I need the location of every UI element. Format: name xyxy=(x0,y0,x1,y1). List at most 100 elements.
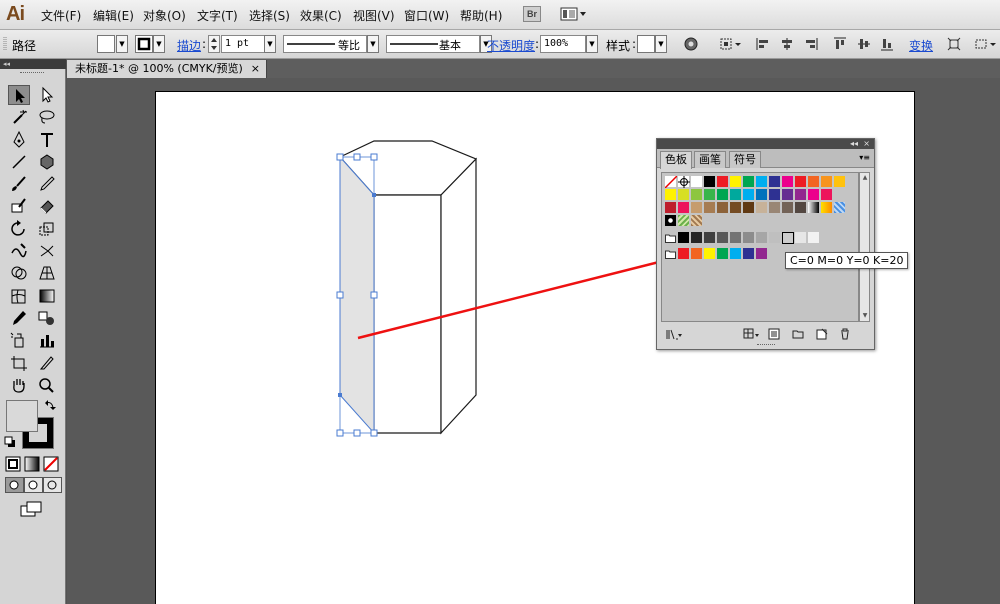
stroke-weight-field[interactable]: 1 pt xyxy=(221,35,265,53)
default-fill-stroke-icon[interactable] xyxy=(4,436,16,448)
swatch[interactable] xyxy=(730,176,742,188)
menu-type[interactable]: 文字(T) xyxy=(197,7,238,24)
swatch-pattern[interactable] xyxy=(665,215,677,227)
fill-swatch[interactable] xyxy=(97,35,115,53)
menu-edit[interactable]: 编辑(E) xyxy=(93,7,134,24)
mesh-tool[interactable] xyxy=(8,286,30,306)
swatch[interactable] xyxy=(795,189,807,201)
warp-tool[interactable] xyxy=(8,241,30,261)
opacity-label[interactable]: 不透明度 xyxy=(487,37,535,54)
align-bottom-icon[interactable] xyxy=(880,37,894,51)
swatch[interactable] xyxy=(808,189,820,201)
direct-selection-tool[interactable] xyxy=(36,85,58,105)
tools-grip[interactable] xyxy=(20,72,44,74)
swatch-pattern[interactable] xyxy=(691,215,703,227)
swatch[interactable] xyxy=(795,176,807,188)
swatch[interactable] xyxy=(769,189,781,201)
gradient-tool[interactable] xyxy=(36,286,58,306)
screen-mode-icon[interactable] xyxy=(20,500,44,518)
opacity-field[interactable]: 100% xyxy=(540,35,586,53)
menu-object[interactable]: 对象(O) xyxy=(143,7,186,24)
swatch[interactable] xyxy=(730,189,742,201)
swatch[interactable] xyxy=(782,176,794,188)
swatch[interactable] xyxy=(743,248,755,260)
swatch[interactable] xyxy=(717,248,729,260)
selection-tool[interactable] xyxy=(8,85,30,105)
align-top-icon[interactable] xyxy=(833,37,847,51)
swatch[interactable] xyxy=(743,176,755,188)
hand-tool[interactable] xyxy=(8,375,30,395)
style-swatch[interactable] xyxy=(637,35,655,53)
menu-help[interactable]: 帮助(H) xyxy=(460,7,502,24)
swatch[interactable] xyxy=(795,202,807,214)
swatch[interactable] xyxy=(704,248,716,260)
swatch[interactable] xyxy=(730,202,742,214)
menu-window[interactable]: 窗口(W) xyxy=(404,7,449,24)
swatch[interactable] xyxy=(678,248,690,260)
swatch[interactable] xyxy=(756,202,768,214)
type-tool[interactable] xyxy=(36,130,58,150)
swatches-panel-header[interactable]: ◂◂ × xyxy=(657,139,874,149)
polygon-tool[interactable] xyxy=(36,152,58,172)
swatch[interactable] xyxy=(743,189,755,201)
swatch[interactable] xyxy=(795,232,807,244)
align-to-icon[interactable] xyxy=(720,37,742,51)
swatch[interactable] xyxy=(704,202,716,214)
stroke-weight-dropdown[interactable]: ▼ xyxy=(264,35,276,53)
align-vertical-center-icon[interactable] xyxy=(857,37,871,51)
swatch[interactable] xyxy=(808,232,820,244)
show-swatch-kinds-icon[interactable] xyxy=(743,328,761,340)
swatch[interactable] xyxy=(834,176,846,188)
swatch[interactable] xyxy=(730,232,742,244)
eraser-tool[interactable] xyxy=(36,196,58,216)
swatch[interactable] xyxy=(717,202,729,214)
color-group-folder-icon[interactable] xyxy=(665,250,676,259)
document-tab[interactable]: 未标题-1* @ 100% (CMYK/预览) × xyxy=(67,60,267,78)
swatch[interactable] xyxy=(717,189,729,201)
symbol-sprayer-tool[interactable] xyxy=(8,330,30,350)
swatch[interactable] xyxy=(665,189,677,201)
swatch[interactable] xyxy=(691,202,703,214)
panel-resize-grip[interactable] xyxy=(757,344,775,346)
stroke-dropdown[interactable]: ▼ xyxy=(153,35,165,53)
swatch[interactable] xyxy=(769,202,781,214)
isolate-icon[interactable] xyxy=(947,37,961,51)
swatch[interactable] xyxy=(821,176,833,188)
tab-symbols[interactable]: 符号 xyxy=(729,151,761,168)
swatch-gradient[interactable] xyxy=(834,202,846,214)
style-dropdown[interactable]: ▼ xyxy=(655,35,667,53)
swatch[interactable] xyxy=(691,232,703,244)
swatch[interactable] xyxy=(691,248,703,260)
swatch[interactable] xyxy=(743,232,755,244)
artboard-tool[interactable] xyxy=(8,353,30,373)
swatch[interactable] xyxy=(704,176,716,188)
swatch-libraries-icon[interactable] xyxy=(665,328,683,340)
swatch[interactable] xyxy=(756,176,768,188)
slice-tool[interactable] xyxy=(36,353,58,373)
swatch[interactable] xyxy=(678,232,690,244)
swatch[interactable] xyxy=(717,176,729,188)
swatch[interactable] xyxy=(743,202,755,214)
brush-definition[interactable]: 基本 xyxy=(386,35,480,53)
swatch[interactable] xyxy=(782,189,794,201)
swatch[interactable] xyxy=(808,176,820,188)
fill-color-front[interactable] xyxy=(6,400,38,432)
menu-file[interactable]: 文件(F) xyxy=(41,7,81,24)
paintbrush-tool[interactable] xyxy=(8,174,30,194)
swatch-registration[interactable] xyxy=(678,176,690,188)
tab-brushes[interactable]: 画笔 xyxy=(694,151,726,168)
profile-dropdown[interactable]: ▼ xyxy=(367,35,379,53)
perspective-grid-tool[interactable] xyxy=(36,263,58,283)
workspace-switcher-button[interactable] xyxy=(560,6,588,22)
swatch[interactable] xyxy=(678,202,690,214)
swatch[interactable] xyxy=(769,176,781,188)
transform-link[interactable]: 变换 xyxy=(909,37,933,54)
pen-tool[interactable] xyxy=(8,130,30,150)
align-horizontal-center-icon[interactable] xyxy=(780,37,794,51)
blend-tool[interactable] xyxy=(36,308,58,328)
color-group-folder-icon[interactable] xyxy=(665,234,676,243)
swatch[interactable] xyxy=(821,189,833,201)
panel-menu-icon[interactable]: ▾≡ xyxy=(859,153,870,162)
tools-collapse-bar[interactable]: ◂◂ xyxy=(0,59,66,69)
swatch[interactable] xyxy=(730,248,742,260)
